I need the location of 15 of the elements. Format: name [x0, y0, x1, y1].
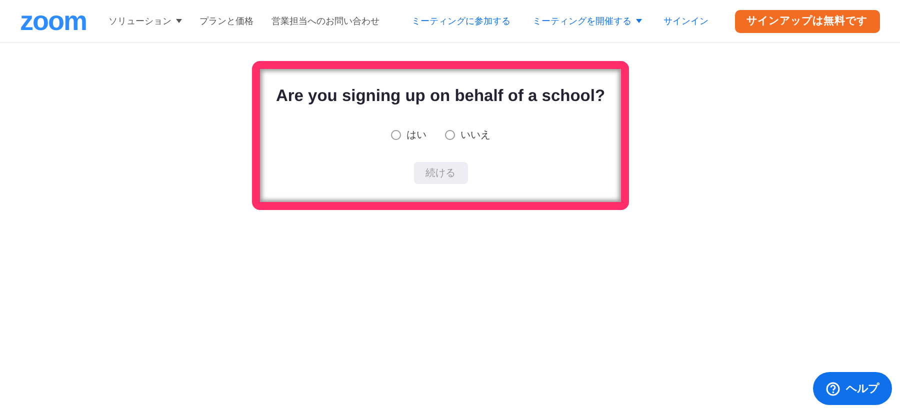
caret-icon	[636, 19, 642, 23]
question-heading: Are you signing up on behalf of a school?	[276, 87, 606, 106]
signup-button[interactable]: サインアップは無料です	[734, 10, 880, 32]
nav-link[interactable]: ソリューション	[108, 14, 182, 28]
logo[interactable]: zoom	[20, 8, 86, 34]
help-icon	[826, 382, 840, 396]
nav-link[interactable]: プランと価格	[200, 14, 254, 28]
help-button[interactable]: ヘルプ	[813, 372, 892, 405]
radio-option[interactable]: はい	[390, 128, 426, 142]
nav-link[interactable]: サインイン	[664, 14, 708, 28]
radio-option[interactable]: いいえ	[444, 128, 490, 142]
caret-icon	[176, 19, 182, 23]
nav-link[interactable]: ミーティングを開催する	[532, 14, 642, 28]
nav-link[interactable]: 営業担当へのお問い合わせ	[272, 14, 380, 28]
nav-link[interactable]: ミーティングに参加する	[412, 14, 510, 28]
